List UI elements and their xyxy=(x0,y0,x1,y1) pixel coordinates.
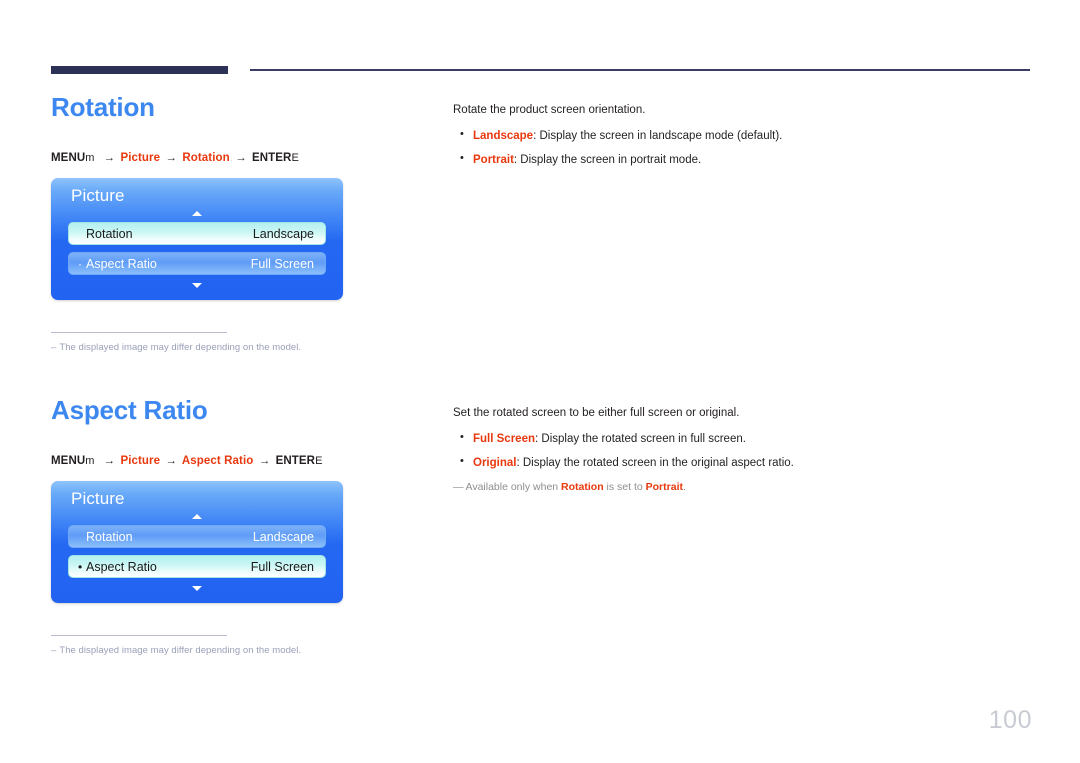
footnote-divider xyxy=(51,332,227,333)
page-title: Rotation xyxy=(51,92,155,122)
breadcrumb-item-rotation: Rotation xyxy=(182,152,230,164)
enter-key-icon: E xyxy=(315,455,323,467)
osd-menu-picture: Picture Rotation Landscape • Aspect Rati… xyxy=(51,481,343,603)
description-option-list: Landscape: Display the screen in landsca… xyxy=(453,127,1013,169)
menu-key-icon: m xyxy=(85,455,95,467)
footnote-text-line: – The displayed image may differ dependin… xyxy=(51,342,411,353)
osd-row-label: Rotation xyxy=(86,529,133,544)
breadcrumb-enter-label: ENTER xyxy=(275,455,316,467)
osd-row-label: Aspect Ratio xyxy=(86,256,157,271)
availability-note: — Available only when Rotation is set to … xyxy=(453,480,1013,495)
osd-footnote: – The displayed image may differ dependin… xyxy=(51,332,411,353)
breadcrumb-arrow-2: → xyxy=(165,455,178,467)
osd-row-label: Aspect Ratio xyxy=(86,559,157,574)
option-text: : Display the rotated screen in full scr… xyxy=(535,432,746,445)
header-rule-thick xyxy=(51,66,228,74)
caret-down-icon[interactable] xyxy=(192,586,202,591)
osd-row-rotation[interactable]: Rotation Landscape xyxy=(68,222,326,245)
caret-up-icon[interactable] xyxy=(192,514,202,519)
footnote-dash: – xyxy=(51,645,57,656)
description-lead: Rotate the product screen orientation. xyxy=(453,104,646,116)
breadcrumb-menu-label: MENU xyxy=(51,455,86,467)
osd-footnote: – The displayed image may differ dependin… xyxy=(51,635,411,656)
osd-menu-title: Picture xyxy=(71,186,125,205)
breadcrumb-arrow-2: → xyxy=(165,152,178,164)
footnote-text: The displayed image may differ depending… xyxy=(59,342,302,353)
list-item: Landscape: Display the screen in landsca… xyxy=(453,127,1013,145)
description-option-list: Full Screen: Display the rotated screen … xyxy=(453,430,1013,472)
description-lead: Set the rotated screen to be either full… xyxy=(453,407,740,419)
breadcrumb-item-picture: Picture xyxy=(120,152,161,164)
caret-up-icon[interactable] xyxy=(192,211,202,216)
option-text: : Display the screen in landscape mode (… xyxy=(533,129,783,142)
osd-row-label: Rotation xyxy=(86,226,133,241)
list-item: Portrait: Display the screen in portrait… xyxy=(453,151,1013,169)
footnote-divider xyxy=(51,635,227,636)
osd-menu-title: Picture xyxy=(71,489,125,508)
option-term-full-screen: Full Screen xyxy=(473,432,535,445)
breadcrumb-arrow-3: → xyxy=(235,152,247,164)
breadcrumb-arrow-1: → xyxy=(103,152,116,164)
breadcrumb-arrow-1: → xyxy=(103,455,116,467)
list-item: Full Screen: Display the rotated screen … xyxy=(453,430,1013,448)
page-header-rules xyxy=(0,0,1080,74)
breadcrumb: MENUm → Picture → Aspect Ratio → ENTERE xyxy=(51,455,323,467)
osd-row-aspect-ratio[interactable]: • Aspect Ratio Full Screen xyxy=(68,555,326,578)
breadcrumb-item-picture: Picture xyxy=(120,455,161,467)
osd-menu-picture: Picture Rotation Landscape · Aspect Rati… xyxy=(51,178,343,300)
note-prefix: Available only when xyxy=(465,481,562,494)
page-number: 100 xyxy=(988,706,1032,734)
description-rotation: Rotate the product screen orientation. L… xyxy=(453,102,1013,177)
option-term-original: Original xyxy=(473,457,517,470)
note-term-portrait: Portrait xyxy=(645,481,683,494)
footnote-dash: – xyxy=(51,342,57,353)
footnote-text-line: – The displayed image may differ dependin… xyxy=(51,645,411,656)
footnote-text: The displayed image may differ depending… xyxy=(59,645,302,656)
osd-row-value: Full Screen xyxy=(250,256,314,271)
note-term-rotation: Rotation xyxy=(561,481,604,494)
option-text: : Display the rotated screen in the orig… xyxy=(516,457,794,470)
option-text: : Display the screen in portrait mode. xyxy=(513,154,702,167)
page-title: Aspect Ratio xyxy=(51,395,208,425)
menu-key-icon: m xyxy=(85,152,95,164)
osd-row-rotation[interactable]: Rotation Landscape xyxy=(68,525,326,548)
option-term-portrait: Portrait xyxy=(473,154,514,167)
osd-row-bullet: • xyxy=(78,559,83,574)
osd-row-value: Landscape xyxy=(252,226,314,241)
header-rule-thin xyxy=(250,69,1030,71)
note-middle: is set to xyxy=(603,481,646,494)
osd-row-bullet: · xyxy=(78,256,82,271)
breadcrumb-arrow-3: → xyxy=(258,455,271,467)
list-item: Original: Display the rotated screen in … xyxy=(453,454,1013,472)
option-term-landscape: Landscape xyxy=(473,129,534,142)
osd-row-aspect-ratio[interactable]: · Aspect Ratio Full Screen xyxy=(68,252,326,275)
breadcrumb-menu-label: MENU xyxy=(51,152,86,164)
osd-row-value: Landscape xyxy=(252,529,314,544)
breadcrumb: MENUm → Picture → Rotation → ENTERE xyxy=(51,152,299,164)
note-suffix: . xyxy=(682,481,686,494)
enter-key-icon: E xyxy=(291,152,299,164)
caret-down-icon[interactable] xyxy=(192,283,202,288)
breadcrumb-enter-label: ENTER xyxy=(251,152,292,164)
osd-row-value: Full Screen xyxy=(250,559,314,574)
description-aspect-ratio: Set the rotated screen to be either full… xyxy=(453,405,1013,495)
breadcrumb-item-aspect-ratio: Aspect Ratio xyxy=(181,455,254,467)
note-dash: — xyxy=(453,481,464,494)
